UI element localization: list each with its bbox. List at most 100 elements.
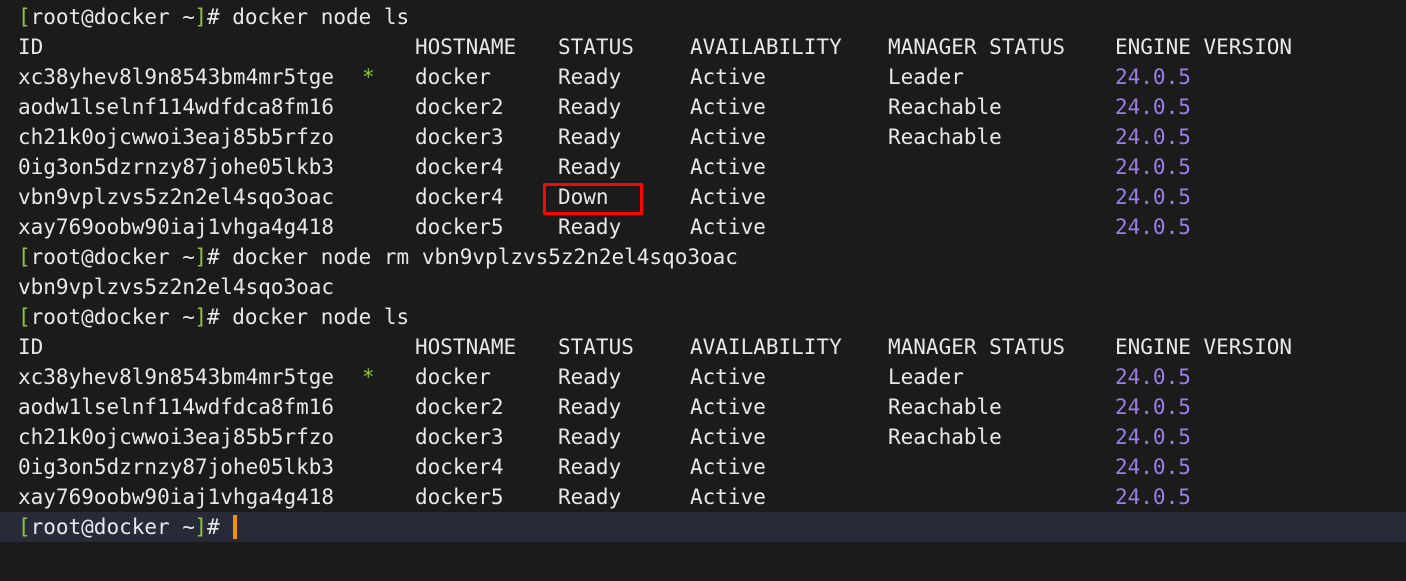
node-status: Ready [558,65,622,89]
node-availability: Active [690,425,766,449]
node-id: ch21k0ojcwwoi3eaj85b5rfzo [18,425,335,449]
node-hostname: docker2 [415,395,504,419]
prompt-user-host: root@docker ~ [30,245,195,269]
node-row: xay769oobw90iaj1vhga4g418 docker5 Ready Act… [0,482,1406,512]
node-row: aodw1lselnf114wdfdca8fm16 docker2 Ready Act… [0,92,1406,122]
node-availability: Active [690,185,766,209]
node-status: Down [558,185,609,209]
node-status: Ready [558,455,622,479]
node-status: Ready [558,95,622,119]
prompt-user-host: root@docker ~ [30,515,195,539]
column-header-availability: AVAILABILITY [690,335,842,359]
node-availability: Active [690,395,766,419]
column-header-availability: AVAILABILITY [690,35,842,59]
node-hostname: docker4 [415,455,504,479]
command-line-node-rm: [root@docker ~] # docker node rm vbn9vplzv… [0,242,1406,272]
node-status: Ready [558,125,622,149]
prompt-hash: # [207,5,220,29]
node-row: vbn9vplzvs5z2n2el4sqo3oac docker4 Down Acti… [0,182,1406,212]
node-availability: Active [690,215,766,239]
node-id: 0ig3on5dzrnzy87johe05lkb3 [18,455,335,479]
removed-node-id: vbn9vplzvs5z2n2el4sqo3oac [18,275,335,299]
command-text: docker node rm vbn9vplzvs5z2n2el4sqo3oac [232,245,738,269]
node-manager-status: Leader [888,65,964,89]
prompt-open-bracket: [ [18,245,31,269]
node-id: ch21k0ojcwwoi3eaj85b5rfzo [18,125,335,149]
node-manager-status: Reachable [888,95,1002,119]
node-manager-status: Reachable [888,425,1002,449]
node-availability: Active [690,95,766,119]
command-line-node-ls-first: [root@docker ~] # docker node ls [0,2,1406,32]
node-row: 0ig3on5dzrnzy87johe05lkb3 docker4 Ready Act… [0,152,1406,182]
prompt-close-bracket: ] [194,245,208,269]
prompt-close-bracket: ] [194,305,208,329]
node-manager-status: Leader [888,365,964,389]
column-header-id: ID [18,35,44,59]
column-header-id: ID [18,335,44,359]
node-hostname: docker [415,365,491,389]
node-id: xc38yhev8l9n8543bm4mr5tge [18,365,335,389]
node-engine-version: 24.0.5 [1115,395,1191,419]
prompt-open-bracket: [ [18,305,31,329]
node-status: Ready [558,425,622,449]
node-status: Ready [558,485,622,509]
node-engine-version: 24.0.5 [1115,125,1191,149]
node-row: xay769oobw90iaj1vhga4g418 docker5 Ready Act… [0,212,1406,242]
table-header-second: ID HOSTNAME STATUS AVAILABILITY MANAGER STAT… [0,332,1406,362]
node-hostname: docker3 [415,125,504,149]
node-engine-version: 24.0.5 [1115,485,1191,509]
terminal-window[interactable]: [root@docker ~] # docker node ls ID HOSTNAME… [0,0,1406,581]
column-header-engine-version: ENGINE VERSION [1115,335,1293,359]
node-manager-status: Reachable [888,125,1002,149]
prompt-hash: # [207,515,220,539]
node-id: aodw1lselnf114wdfdca8fm16 [18,395,335,419]
leader-marker: * [362,365,375,389]
node-hostname: docker2 [415,95,504,119]
prompt-open-bracket: [ [18,515,31,539]
node-hostname: docker [415,65,491,89]
node-engine-version: 24.0.5 [1115,155,1191,179]
prompt-hash: # [207,305,220,329]
prompt-user-host: root@docker ~ [30,305,195,329]
command-text: docker node ls [232,305,410,329]
prompt-user-host: root@docker ~ [30,5,195,29]
column-header-engine-version: ENGINE VERSION [1115,35,1293,59]
active-prompt-line: [root@docker ~] # [0,512,1406,542]
leader-marker: * [362,65,375,89]
column-header-status: STATUS [558,35,634,59]
node-id: xc38yhev8l9n8543bm4mr5tge [18,65,335,89]
command-line-node-ls-second: [root@docker ~] # docker node ls [0,302,1406,332]
node-rm-output: vbn9vplzvs5z2n2el4sqo3oac [0,272,1406,302]
node-hostname: docker4 [415,185,504,209]
table-header-first: ID HOSTNAME STATUS AVAILABILITY MANAGER STAT… [0,32,1406,62]
node-hostname: docker5 [415,485,504,509]
node-availability: Active [690,155,766,179]
node-hostname: docker4 [415,155,504,179]
node-id: xay769oobw90iaj1vhga4g418 [18,215,335,239]
node-id: aodw1lselnf114wdfdca8fm16 [18,95,335,119]
node-row: xc38yhev8l9n8543bm4mr5tge * docker Ready Act… [0,362,1406,392]
node-row: aodw1lselnf114wdfdca8fm16 docker2 Ready Act… [0,392,1406,422]
node-availability: Active [690,485,766,509]
node-id: vbn9vplzvs5z2n2el4sqo3oac [18,185,335,209]
node-engine-version: 24.0.5 [1115,365,1191,389]
prompt-close-bracket: ] [194,515,208,539]
node-availability: Active [690,455,766,479]
node-row: 0ig3on5dzrnzy87johe05lkb3 docker4 Ready Act… [0,452,1406,482]
node-engine-version: 24.0.5 [1115,185,1191,209]
column-header-manager-status: MANAGER STATUS [888,35,1066,59]
node-engine-version: 24.0.5 [1115,65,1191,89]
node-hostname: docker3 [415,425,504,449]
node-row: xc38yhev8l9n8543bm4mr5tge * docker Ready Act… [0,62,1406,92]
column-header-hostname: HOSTNAME [415,35,517,59]
node-engine-version: 24.0.5 [1115,95,1191,119]
prompt-hash: # [207,245,220,269]
column-header-manager-status: MANAGER STATUS [888,335,1066,359]
prompt-open-bracket: [ [18,5,31,29]
node-availability: Active [690,125,766,149]
node-id: xay769oobw90iaj1vhga4g418 [18,485,335,509]
node-availability: Active [690,365,766,389]
prompt-close-bracket: ] [194,5,208,29]
node-availability: Active [690,65,766,89]
node-engine-version: 24.0.5 [1115,425,1191,449]
